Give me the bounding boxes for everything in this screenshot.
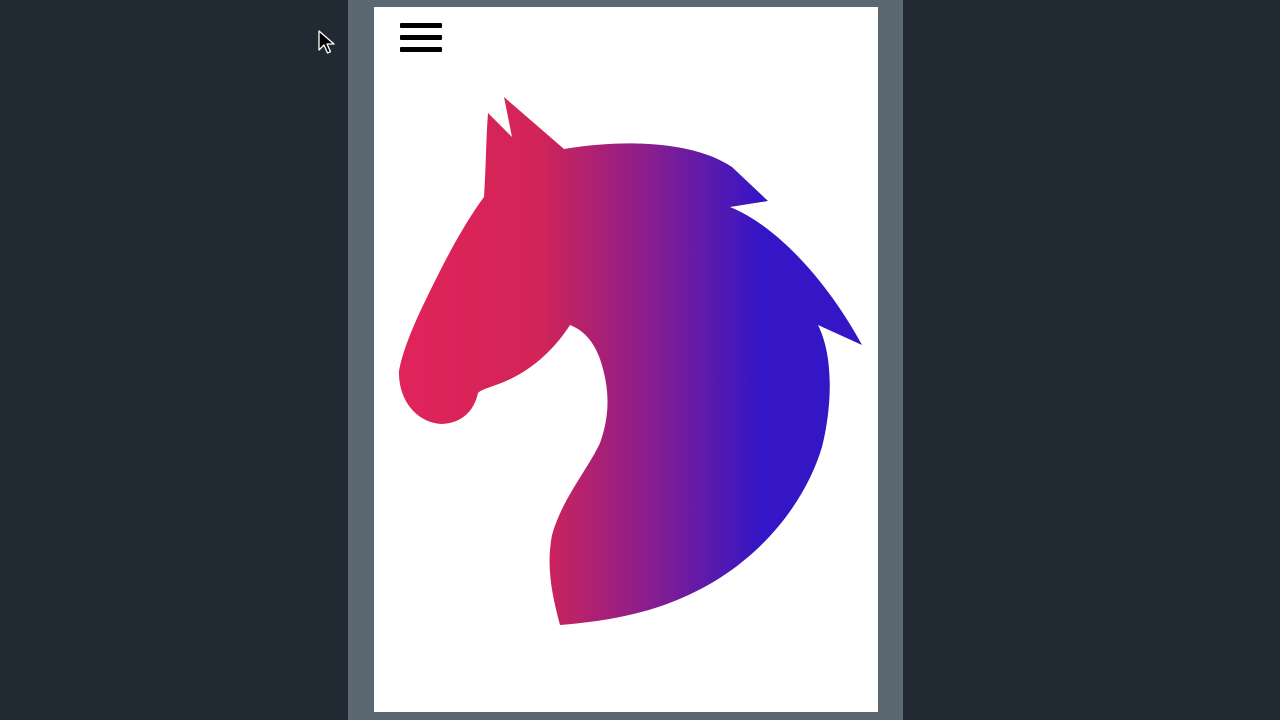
horse-head-icon <box>398 97 862 625</box>
desktop-background <box>0 0 1280 720</box>
mouse-pointer-icon <box>318 30 335 54</box>
horse-head-shape <box>398 97 862 625</box>
device-screen <box>374 7 878 712</box>
device-frame <box>348 0 903 720</box>
